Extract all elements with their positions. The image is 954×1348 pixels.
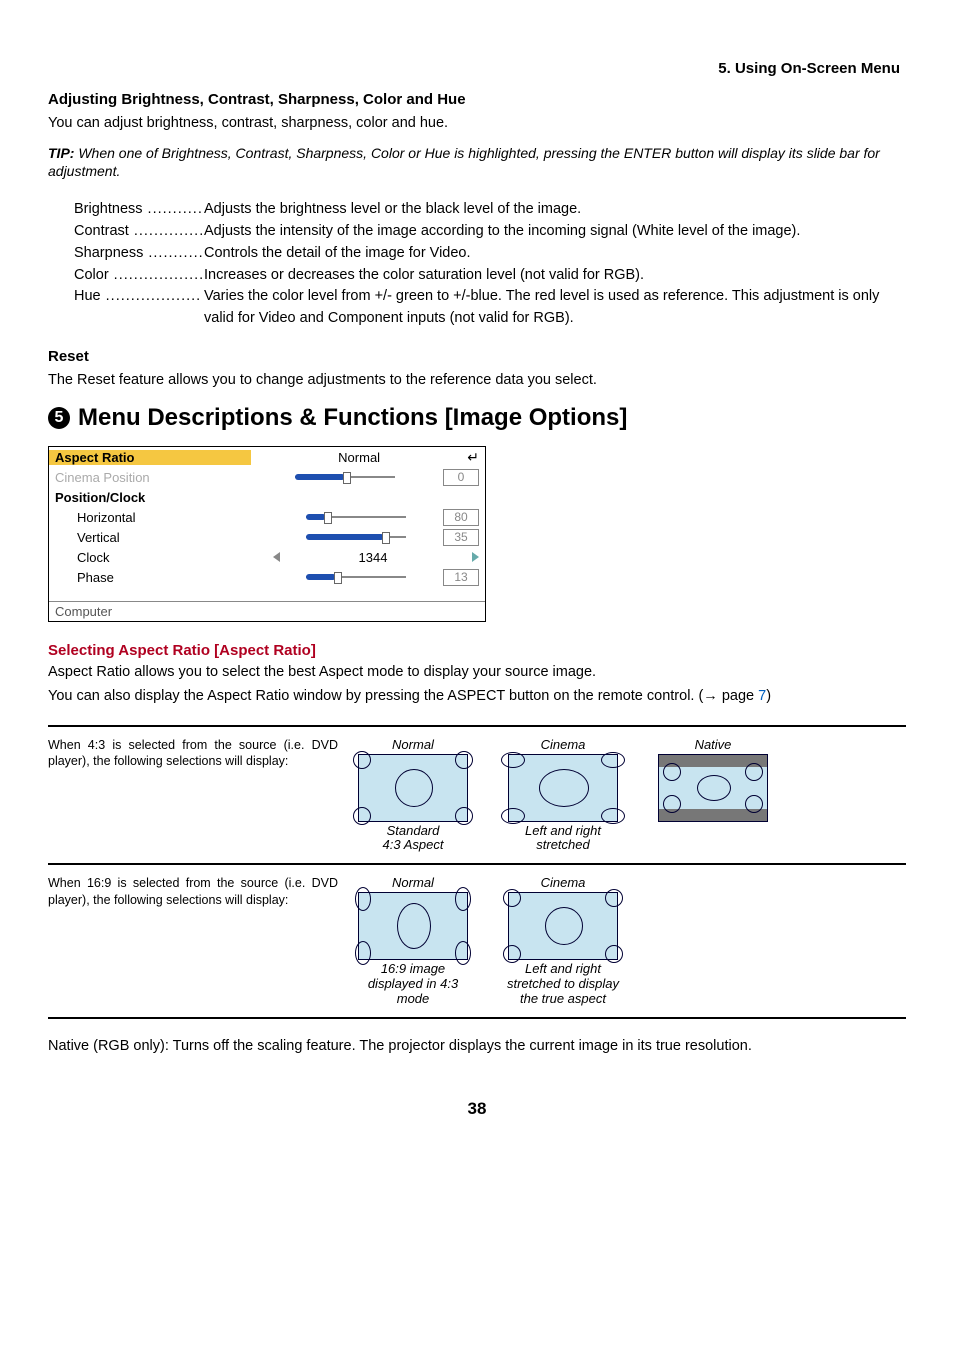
page-number: 38 bbox=[48, 1099, 906, 1119]
aspect-thumb bbox=[358, 892, 468, 960]
text: ) bbox=[766, 688, 771, 704]
caption-top: Normal bbox=[392, 875, 434, 890]
aspect-ratio-table: When 4:3 is selected from the source (i.… bbox=[48, 725, 906, 1020]
slider[interactable] bbox=[306, 533, 406, 541]
slider[interactable] bbox=[306, 513, 406, 521]
caption-bottom: Standard4:3 Aspect bbox=[383, 824, 444, 854]
text: page bbox=[722, 688, 758, 704]
enter-icon: ↵ bbox=[467, 449, 479, 466]
section-header: 5. Using On-Screen Menu bbox=[48, 60, 906, 77]
osd-row-vertical[interactable]: Vertical 35 bbox=[49, 527, 485, 547]
native-note: Native (RGB only): Turns off the scaling… bbox=[48, 1037, 906, 1057]
adjust-heading: Adjusting Brightness, Contrast, Sharpnes… bbox=[48, 91, 906, 108]
osd-menu: Aspect Ratio Normal ↵ Cinema Position 0 … bbox=[48, 446, 486, 622]
value-box: 0 bbox=[443, 469, 479, 486]
arrow-right-icon[interactable] bbox=[472, 552, 479, 562]
caption-bottom: Left and rightstretched bbox=[525, 824, 601, 854]
osd-row-group: Position/Clock bbox=[49, 487, 485, 507]
ar-cell-cinema: Cinema Left and rightstretched bbox=[488, 737, 638, 854]
osd-label: Position/Clock bbox=[49, 490, 251, 505]
osd-value: Normal bbox=[251, 450, 467, 465]
reset-body: The Reset feature allows you to change a… bbox=[48, 371, 906, 391]
def-term: Sharpness bbox=[74, 243, 202, 265]
def-term: Color bbox=[74, 265, 202, 287]
slider[interactable] bbox=[295, 473, 395, 481]
adjust-intro: You can adjust brightness, contrast, sha… bbox=[48, 114, 906, 134]
def-desc: Increases or decreases the color saturat… bbox=[202, 265, 906, 287]
definition-list: Brightness Adjusts the brightness level … bbox=[74, 199, 906, 330]
caption-top: Native bbox=[695, 737, 732, 752]
def-term: Brightness bbox=[74, 199, 202, 221]
tip-label: TIP: bbox=[48, 145, 74, 161]
divider bbox=[48, 863, 906, 865]
arrow-left-icon[interactable] bbox=[273, 552, 280, 562]
caption-top: Cinema bbox=[541, 737, 586, 752]
ar-row-text: When 4:3 is selected from the source (i.… bbox=[48, 737, 338, 854]
ar-cell-cinema: Cinema Left and rightstretched to displa… bbox=[488, 875, 638, 1007]
aspect-thumb bbox=[508, 892, 618, 960]
ar-cell-normal: Normal 16:9 imagedisplayed in 4:3mode bbox=[338, 875, 488, 1007]
caption-bottom: 16:9 imagedisplayed in 4:3mode bbox=[368, 962, 458, 1007]
def-row: Sharpness Controls the detail of the ima… bbox=[74, 243, 906, 265]
caption-bottom: Left and rightstretched to displaythe tr… bbox=[507, 962, 619, 1007]
osd-row-horizontal[interactable]: Horizontal 80 bbox=[49, 507, 485, 527]
arrow-icon: → bbox=[703, 688, 718, 704]
ar-cell-native: Native bbox=[638, 737, 788, 854]
aspect-thumb bbox=[658, 754, 768, 822]
osd-label: Phase bbox=[49, 570, 273, 585]
ar-row-text: When 16:9 is selected from the source (i… bbox=[48, 875, 338, 1007]
osd-label: Clock bbox=[49, 550, 273, 565]
def-row: Color Increases or decreases the color s… bbox=[74, 265, 906, 287]
value-box: 80 bbox=[443, 509, 479, 526]
osd-label: Horizontal bbox=[49, 510, 273, 525]
tip-block: TIP: When one of Brightness, Contrast, S… bbox=[48, 144, 906, 182]
def-row: Contrast Adjusts the intensity of the im… bbox=[74, 221, 906, 243]
osd-row-clock[interactable]: Clock 1344 bbox=[49, 547, 485, 567]
ar-row-169: When 16:9 is selected from the source (i… bbox=[48, 869, 906, 1013]
aspect-line2: You can also display the Aspect Ratio wi… bbox=[48, 687, 906, 707]
reset-heading: Reset bbox=[48, 348, 906, 365]
section-number-badge: 5 bbox=[48, 407, 70, 429]
caption-top: Normal bbox=[392, 737, 434, 752]
caption-top: Cinema bbox=[541, 875, 586, 890]
slider[interactable] bbox=[306, 573, 406, 581]
divider bbox=[48, 725, 906, 727]
value-box: 13 bbox=[443, 569, 479, 586]
section-5-title: 5 Menu Descriptions & Functions [Image O… bbox=[48, 404, 906, 432]
aspect-thumb bbox=[358, 754, 468, 822]
page-link[interactable]: 7 bbox=[758, 688, 766, 704]
text: You can also display the Aspect Ratio wi… bbox=[48, 688, 703, 704]
ar-row-43: When 4:3 is selected from the source (i.… bbox=[48, 731, 906, 860]
aspect-thumb bbox=[508, 754, 618, 822]
osd-label: Aspect Ratio bbox=[49, 450, 251, 465]
ar-cell-normal: Normal Standard4:3 Aspect bbox=[338, 737, 488, 854]
def-desc: Varies the color level from +/- green to… bbox=[202, 286, 906, 330]
osd-row-cinema: Cinema Position 0 bbox=[49, 467, 485, 487]
osd-value: 1344 bbox=[280, 550, 466, 565]
def-desc: Adjusts the brightness level or the blac… bbox=[202, 199, 906, 221]
def-desc: Controls the detail of the image for Vid… bbox=[202, 243, 906, 265]
def-row: Hue Varies the color level from +/- gree… bbox=[74, 286, 906, 330]
section-title-text: Menu Descriptions & Functions [Image Opt… bbox=[78, 404, 627, 432]
osd-footer: Computer bbox=[49, 601, 485, 621]
osd-row-aspect[interactable]: Aspect Ratio Normal ↵ bbox=[49, 447, 485, 467]
tip-body: When one of Brightness, Contrast, Sharpn… bbox=[48, 145, 880, 180]
divider bbox=[48, 1017, 906, 1019]
value-box: 35 bbox=[443, 529, 479, 546]
osd-label: Vertical bbox=[49, 530, 273, 545]
def-term: Hue bbox=[74, 286, 202, 330]
def-row: Brightness Adjusts the brightness level … bbox=[74, 199, 906, 221]
aspect-line1: Aspect Ratio allows you to select the be… bbox=[48, 663, 906, 683]
osd-row-phase[interactable]: Phase 13 bbox=[49, 567, 485, 587]
osd-label: Cinema Position bbox=[49, 470, 251, 485]
aspect-heading: Selecting Aspect Ratio [Aspect Ratio] bbox=[48, 642, 906, 659]
def-desc: Adjusts the intensity of the image accor… bbox=[202, 221, 906, 243]
def-term: Contrast bbox=[74, 221, 202, 243]
